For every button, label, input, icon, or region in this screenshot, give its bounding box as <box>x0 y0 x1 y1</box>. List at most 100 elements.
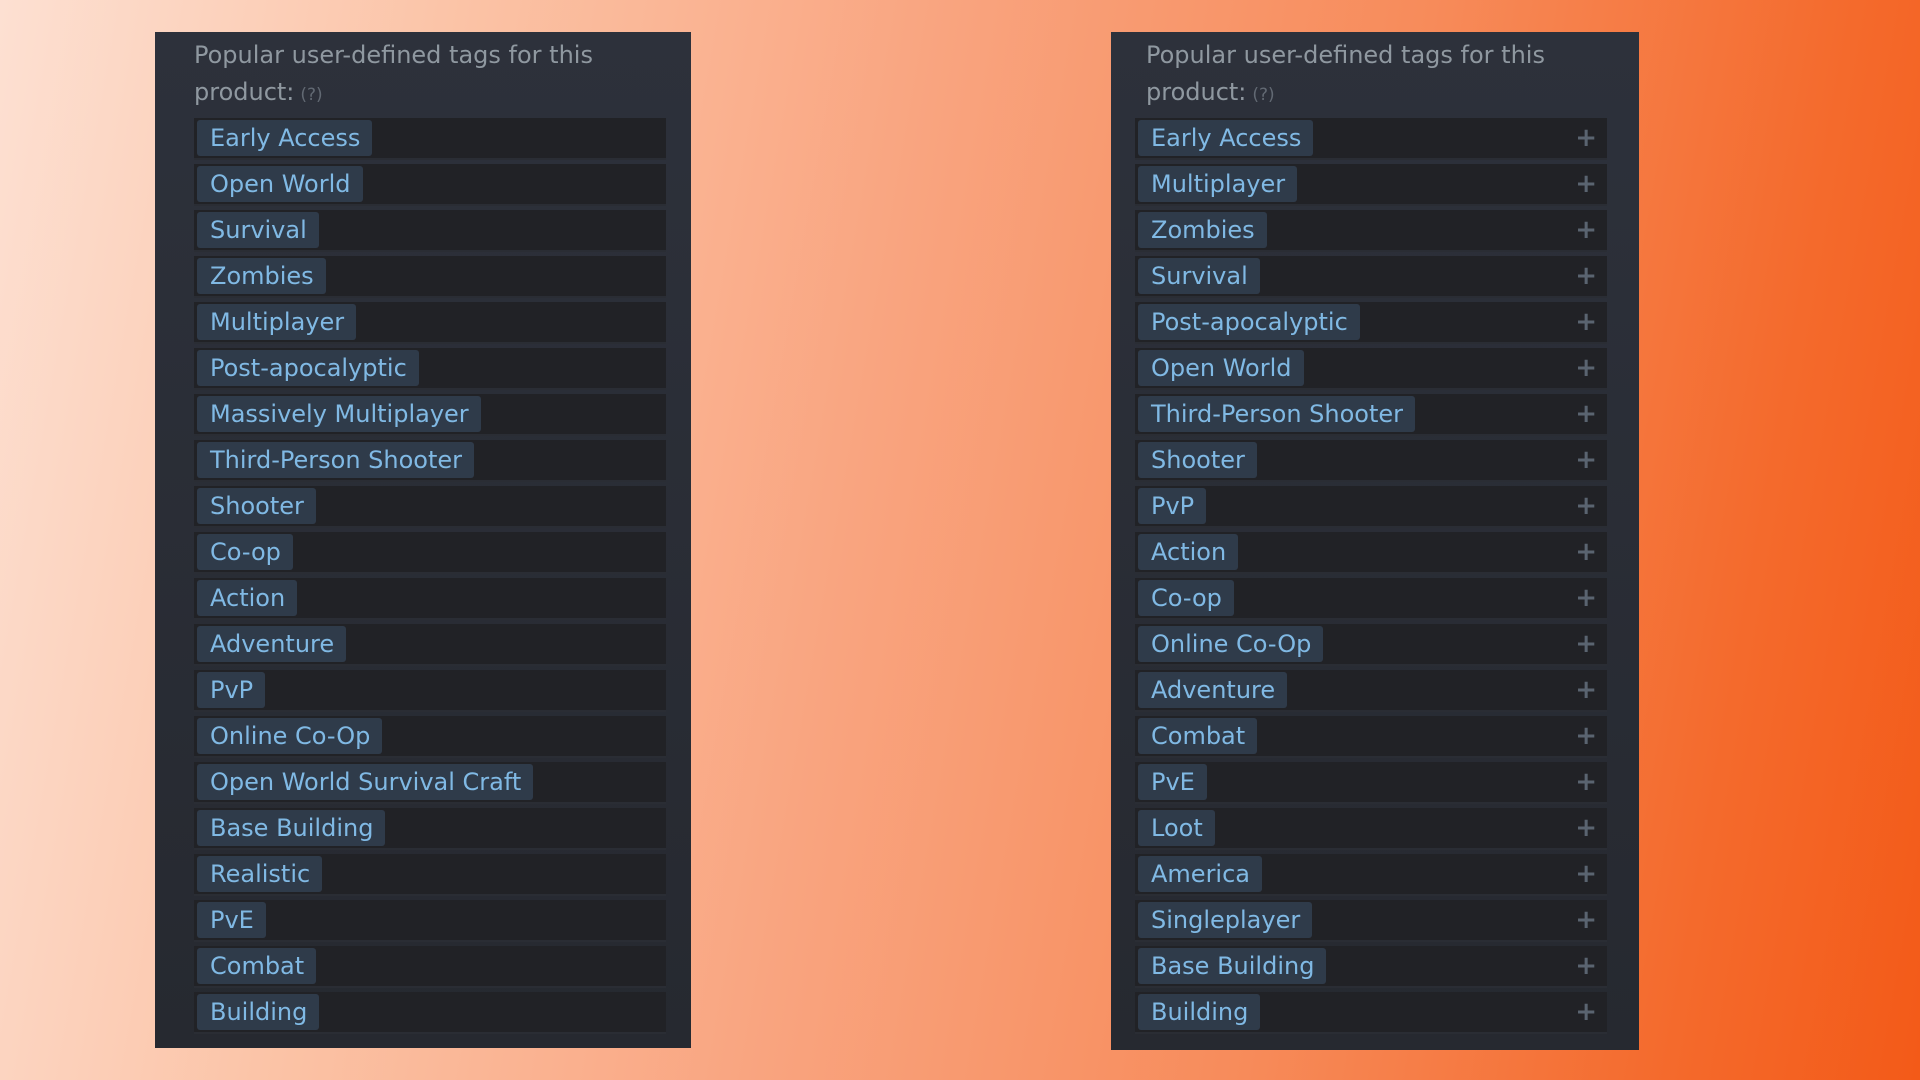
tag-link[interactable]: Combat <box>1138 718 1258 754</box>
tag-row: Base Building + <box>1135 946 1607 988</box>
tag-row: Singleplayer + <box>1135 900 1607 942</box>
tag-link[interactable]: Combat <box>197 948 317 984</box>
tag-link[interactable]: Shooter <box>1138 442 1257 478</box>
tag-row: Post-apocalyptic <box>194 348 666 390</box>
tag-link[interactable]: Early Access <box>197 120 373 156</box>
tag-link[interactable]: Shooter <box>197 488 316 524</box>
tag-link[interactable]: Singleplayer <box>1138 902 1313 938</box>
help-link[interactable]: (?) <box>1252 85 1274 105</box>
tag-row: Building + <box>1135 992 1607 1034</box>
tag-row: Adventure + <box>1135 670 1607 712</box>
tag-row: Third-Person Shooter <box>194 440 666 482</box>
tag-link[interactable]: Open World Survival Craft <box>197 764 534 800</box>
tag-row: Online Co-Op <box>194 716 666 758</box>
tag-row: Massively Multiplayer <box>194 394 666 436</box>
tags-panel-left: Popular user-defined tags for this produ… <box>155 32 691 1048</box>
tag-row: Multiplayer + <box>1135 164 1607 206</box>
tag-link[interactable]: Early Access <box>1138 120 1314 156</box>
tag-link[interactable]: Multiplayer <box>197 304 357 340</box>
tag-link[interactable]: Third-Person Shooter <box>1138 396 1416 432</box>
tag-row: PvE <box>194 900 666 942</box>
add-tag-icon[interactable]: + <box>1575 355 1597 381</box>
tag-link[interactable]: Post-apocalyptic <box>1138 304 1360 340</box>
tag-row: Online Co-Op + <box>1135 624 1607 666</box>
tag-link[interactable]: PvE <box>1138 764 1207 800</box>
add-tag-icon[interactable]: + <box>1575 631 1597 657</box>
tag-link[interactable]: Building <box>197 994 320 1030</box>
tag-link[interactable]: Action <box>197 580 298 616</box>
tag-link[interactable]: Building <box>1138 994 1261 1030</box>
tag-link[interactable]: Action <box>1138 534 1239 570</box>
tag-row: Realistic <box>194 854 666 896</box>
panel-heading: Popular user-defined tags for this produ… <box>194 37 666 114</box>
tag-row: PvP <box>194 670 666 712</box>
tag-row: Combat + <box>1135 716 1607 758</box>
tag-link[interactable]: Base Building <box>197 810 386 846</box>
tag-link[interactable]: Adventure <box>197 626 347 662</box>
add-tag-icon[interactable]: + <box>1575 447 1597 473</box>
add-tag-icon[interactable]: + <box>1575 815 1597 841</box>
tag-row: Early Access + <box>1135 118 1607 160</box>
tag-link[interactable]: PvP <box>1138 488 1207 524</box>
add-tag-icon[interactable]: + <box>1575 907 1597 933</box>
tag-link[interactable]: Survival <box>1138 258 1260 294</box>
tag-link[interactable]: Third-Person Shooter <box>197 442 475 478</box>
tag-link[interactable]: America <box>1138 856 1262 892</box>
tag-link[interactable]: Massively Multiplayer <box>197 396 481 432</box>
add-tag-icon[interactable]: + <box>1575 723 1597 749</box>
tag-link[interactable]: Online Co-Op <box>197 718 383 754</box>
tag-link[interactable]: PvE <box>197 902 266 938</box>
tag-link[interactable]: Realistic <box>197 856 323 892</box>
add-tag-icon[interactable]: + <box>1575 171 1597 197</box>
tag-link[interactable]: Survival <box>197 212 319 248</box>
tag-row: Action <box>194 578 666 620</box>
panel-heading: Popular user-defined tags for this produ… <box>1135 37 1607 114</box>
tag-row: Third-Person Shooter + <box>1135 394 1607 436</box>
tag-row: Multiplayer <box>194 302 666 344</box>
tag-row: Open World <box>194 164 666 206</box>
add-tag-icon[interactable]: + <box>1575 401 1597 427</box>
tag-row: Shooter + <box>1135 440 1607 482</box>
tag-link[interactable]: Co-op <box>197 534 293 570</box>
tag-link[interactable]: Zombies <box>1138 212 1267 248</box>
tag-link[interactable]: PvP <box>197 672 266 708</box>
tag-link[interactable]: Open World <box>1138 350 1304 386</box>
add-tag-icon[interactable]: + <box>1575 999 1597 1025</box>
tag-row: Zombies <box>194 256 666 298</box>
add-tag-icon[interactable]: + <box>1575 493 1597 519</box>
tag-link[interactable]: Zombies <box>197 258 326 294</box>
tag-row: Co-op + <box>1135 578 1607 620</box>
tag-row: America + <box>1135 854 1607 896</box>
add-tag-icon[interactable]: + <box>1575 125 1597 151</box>
add-tag-icon[interactable]: + <box>1575 861 1597 887</box>
tag-row: PvP + <box>1135 486 1607 528</box>
tag-link[interactable]: Base Building <box>1138 948 1327 984</box>
tag-row: Building <box>194 992 666 1034</box>
add-tag-icon[interactable]: + <box>1575 953 1597 979</box>
tag-link[interactable]: Open World <box>197 166 363 202</box>
tag-link[interactable]: Adventure <box>1138 672 1288 708</box>
tag-link[interactable]: Co-op <box>1138 580 1234 616</box>
add-tag-icon[interactable]: + <box>1575 585 1597 611</box>
tag-row: Early Access <box>194 118 666 160</box>
add-tag-icon[interactable]: + <box>1575 309 1597 335</box>
add-tag-icon[interactable]: + <box>1575 677 1597 703</box>
tag-row: Combat <box>194 946 666 988</box>
tag-list: Early Access Open World Survival Zombies Mul… <box>194 118 666 1034</box>
help-link[interactable]: (?) <box>300 85 322 105</box>
tag-row: Shooter <box>194 486 666 528</box>
tag-link[interactable]: Post-apocalyptic <box>197 350 419 386</box>
tag-row: Zombies + <box>1135 210 1607 252</box>
add-tag-icon[interactable]: + <box>1575 217 1597 243</box>
add-tag-icon[interactable]: + <box>1575 769 1597 795</box>
tag-link[interactable]: Online Co-Op <box>1138 626 1324 662</box>
tag-list: Early Access + Multiplayer + Zombies + Surviva… <box>1135 118 1607 1034</box>
tag-row: Open World Survival Craft <box>194 762 666 804</box>
add-tag-icon[interactable]: + <box>1575 263 1597 289</box>
tag-row: Loot + <box>1135 808 1607 850</box>
tag-link[interactable]: Multiplayer <box>1138 166 1298 202</box>
tag-row: Post-apocalyptic + <box>1135 302 1607 344</box>
heading-text: Popular user-defined tags for this produ… <box>1146 41 1545 106</box>
add-tag-icon[interactable]: + <box>1575 539 1597 565</box>
tag-link[interactable]: Loot <box>1138 810 1215 846</box>
